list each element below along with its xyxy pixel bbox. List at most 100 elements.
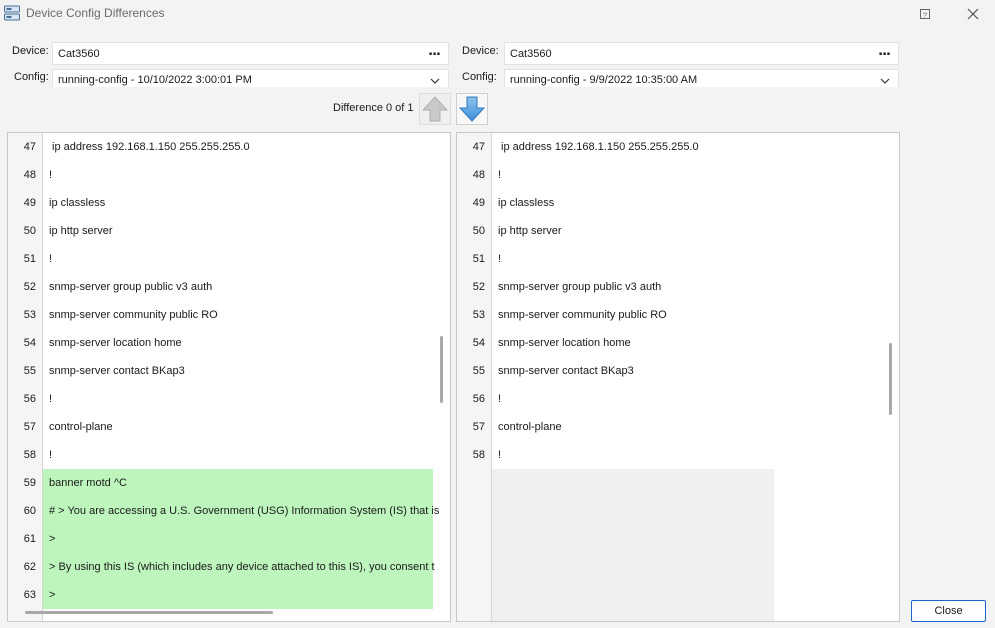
diff-line: 53 snmp-server community public RO	[8, 301, 433, 329]
line-number: 55	[472, 365, 485, 377]
right-config-label: Config:	[462, 71, 497, 83]
line-text: !	[498, 449, 502, 461]
diff-line: 53 snmp-server community public RO	[457, 301, 882, 329]
line-text: snmp-server group public v3 auth	[498, 281, 662, 293]
line-number: 47	[23, 141, 36, 153]
line-text: snmp-server community public RO	[498, 309, 667, 321]
line-number: 48	[23, 169, 36, 181]
line-text: banner motd ^C	[49, 477, 127, 489]
left-diff-pane[interactable]: 47 ip address 192.168.1.150 255.255.255.…	[7, 132, 451, 622]
left-config-select[interactable]: running-config - 10/10/2022 3:00:01 PM	[52, 69, 449, 87]
difference-counter: Difference 0 of 1	[333, 102, 414, 114]
line-number: 52	[472, 281, 485, 293]
right-config-select[interactable]: running-config - 9/9/2022 10:35:00 AM	[504, 69, 899, 87]
diff-line: 50 ip http server	[457, 217, 882, 245]
arrow-down-icon	[458, 96, 486, 122]
line-number: 54	[23, 337, 36, 349]
right-device-field[interactable]: Cat3560 ...	[504, 42, 899, 65]
line-text: snmp-server location home	[49, 337, 182, 349]
line-number: 51	[472, 253, 485, 265]
line-text: ip address 192.168.1.150 255.255.255.0	[49, 141, 250, 153]
left-config-value: running-config - 10/10/2022 3:00:01 PM	[58, 74, 252, 86]
diff-line-added: 61 >	[24, 525, 433, 553]
line-number: 59	[23, 477, 36, 489]
diff-line-added: 59 banner motd ^C	[24, 469, 433, 497]
diff-line: 48!	[457, 161, 882, 189]
window-title: Device Config Differences	[26, 6, 165, 20]
arrow-up-icon	[421, 96, 449, 122]
line-text: ip classless	[49, 197, 106, 209]
line-number: 63	[23, 589, 36, 601]
horizontal-scrollbar-thumb[interactable]	[25, 611, 273, 614]
line-text: control-plane	[498, 421, 562, 433]
line-text: !	[498, 253, 502, 265]
line-number: 60	[23, 505, 36, 517]
diff-line: 52 snmp-server group public v3 auth	[8, 273, 433, 301]
line-text: >	[49, 533, 56, 545]
diff-line: 54 snmp-server location home	[457, 329, 882, 357]
diff-line-added: 63 >	[24, 581, 433, 609]
title-bar: Device Config Differences ?	[0, 0, 995, 28]
line-text: snmp-server community public RO	[49, 309, 218, 321]
diff-line: 56!	[8, 385, 433, 413]
line-text: snmp-server location home	[498, 337, 631, 349]
app-icon	[4, 5, 20, 21]
diff-line: 50 ip http server	[8, 217, 433, 245]
right-device-browse-button[interactable]: ...	[878, 44, 891, 59]
previous-difference-button[interactable]	[419, 93, 451, 125]
line-number: 52	[23, 281, 36, 293]
line-number: 49	[23, 197, 36, 209]
line-number: 55	[23, 365, 36, 377]
diff-line: 56!	[457, 385, 882, 413]
line-text: !	[49, 393, 53, 405]
chevron-down-icon	[430, 78, 440, 84]
left-device-label: Device:	[12, 45, 49, 57]
line-text: ip address 192.168.1.150 255.255.255.0	[498, 141, 699, 153]
line-text: ip http server	[498, 225, 562, 237]
diff-line: 57 control-plane	[8, 413, 433, 441]
vertical-scrollbar-thumb[interactable]	[440, 336, 443, 403]
window-close-button[interactable]	[964, 5, 982, 23]
line-number: 56	[23, 393, 36, 405]
right-device-value: Cat3560	[510, 48, 552, 60]
left-device-browse-button[interactable]: ...	[428, 44, 441, 59]
help-button[interactable]: ?	[916, 5, 934, 23]
line-number: 54	[472, 337, 485, 349]
diff-line: 47 ip address 192.168.1.150 255.255.255.…	[8, 133, 433, 161]
diff-line: 55 snmp-server contact BKap3	[457, 357, 882, 385]
line-text: !	[498, 169, 502, 181]
line-number: 50	[23, 225, 36, 237]
line-text: snmp-server contact BKap3	[49, 365, 185, 377]
diff-line: 58!	[457, 441, 882, 469]
diff-line: 47 ip address 192.168.1.150 255.255.255.…	[457, 133, 882, 161]
left-device-field[interactable]: Cat3560 ...	[52, 42, 449, 65]
svg-text:?: ?	[923, 10, 927, 19]
vertical-scrollbar-thumb[interactable]	[889, 343, 892, 415]
right-device-label: Device:	[462, 45, 499, 57]
close-button[interactable]: Close	[911, 600, 986, 622]
right-diff-pane[interactable]: 47 ip address 192.168.1.150 255.255.255.…	[456, 132, 900, 622]
diff-line: 48!	[8, 161, 433, 189]
line-text: control-plane	[49, 421, 113, 433]
line-text: snmp-server contact BKap3	[498, 365, 634, 377]
diff-line: 51!	[457, 245, 882, 273]
diff-line: 51!	[8, 245, 433, 273]
line-text: ip http server	[49, 225, 113, 237]
diff-line: 58!	[8, 441, 433, 469]
line-number: 48	[472, 169, 485, 181]
line-number: 58	[23, 449, 36, 461]
line-number: 50	[472, 225, 485, 237]
help-icon: ?	[920, 9, 930, 19]
line-number: 49	[472, 197, 485, 209]
diff-line-added: 62 > By using this IS (which includes any…	[24, 553, 435, 581]
line-number: 57	[472, 421, 485, 433]
line-number: 58	[472, 449, 485, 461]
line-number: 56	[472, 393, 485, 405]
next-difference-button[interactable]	[456, 93, 488, 125]
line-text: # > You are accessing a U.S. Government …	[49, 505, 440, 517]
line-number: 62	[23, 561, 36, 573]
line-text: > By using this IS (which includes any d…	[49, 561, 435, 573]
diff-line-added: 60 # > You are accessing a U.S. Governmen…	[24, 497, 439, 525]
line-text: snmp-server group public v3 auth	[49, 281, 213, 293]
close-icon	[967, 8, 979, 20]
